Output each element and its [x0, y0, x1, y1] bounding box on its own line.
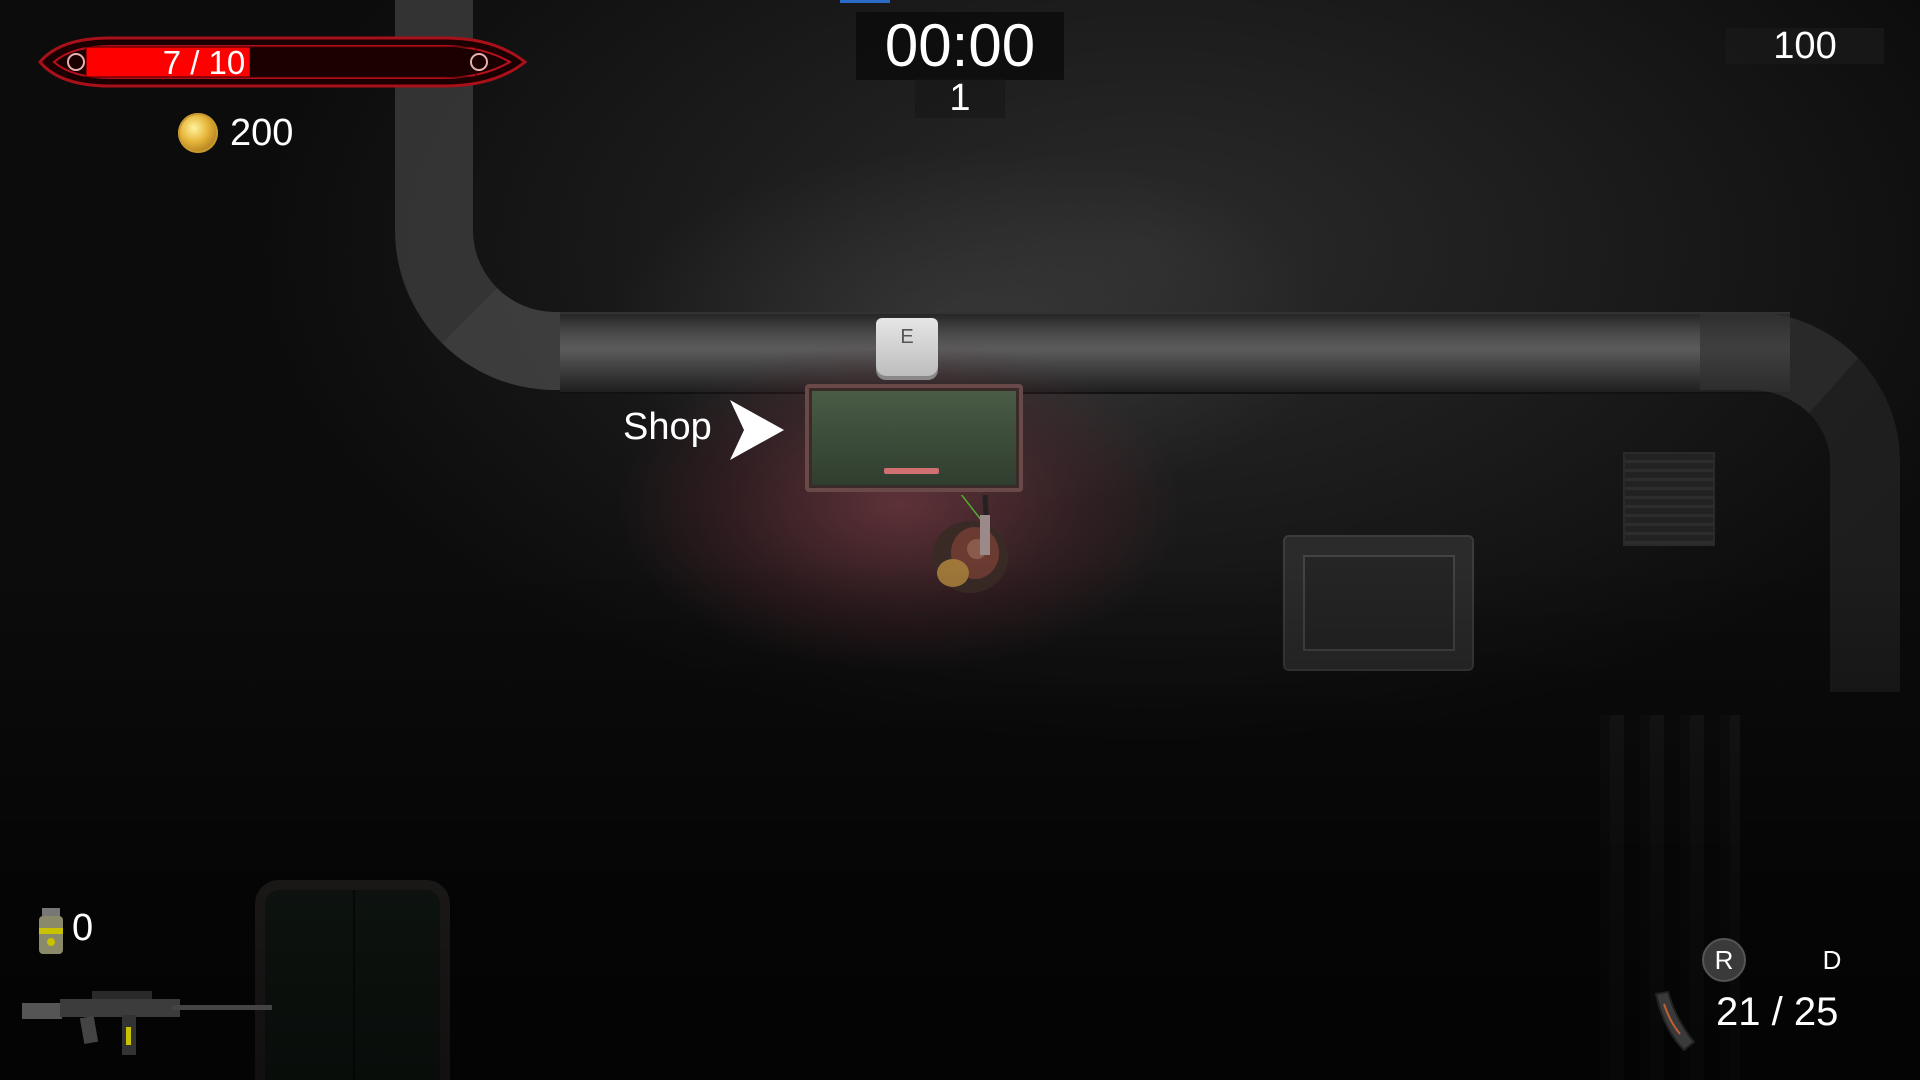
interact-key-prompt: E: [876, 318, 938, 376]
game-world: E Shop: [0, 0, 1920, 1080]
arrow-right-icon: [730, 400, 784, 460]
grenade-icon: [39, 908, 63, 954]
shadow-overlay: [0, 560, 1920, 1080]
coin-counter: 200: [178, 112, 293, 154]
top-indicator: [840, 0, 890, 3]
coin-value: 200: [230, 111, 294, 154]
shop-terminal[interactable]: [805, 384, 1023, 492]
score-display: 100: [1726, 27, 1884, 65]
wave-number: 1: [915, 78, 1005, 118]
rifle-icon: [22, 991, 272, 1055]
game-timer: 00:00: [856, 12, 1064, 80]
ammo-counter: 21 / 25: [1716, 990, 1839, 1034]
health-text: 7 / 10: [162, 44, 246, 81]
coin-icon: [178, 113, 218, 153]
shop-label: Shop: [623, 406, 712, 448]
drop-key[interactable]: D: [1812, 940, 1852, 980]
reload-key[interactable]: R: [1702, 938, 1746, 982]
wall-vent: [1623, 452, 1715, 546]
magazine-icon: [1654, 990, 1696, 1052]
grenade-count: 0: [72, 907, 94, 949]
